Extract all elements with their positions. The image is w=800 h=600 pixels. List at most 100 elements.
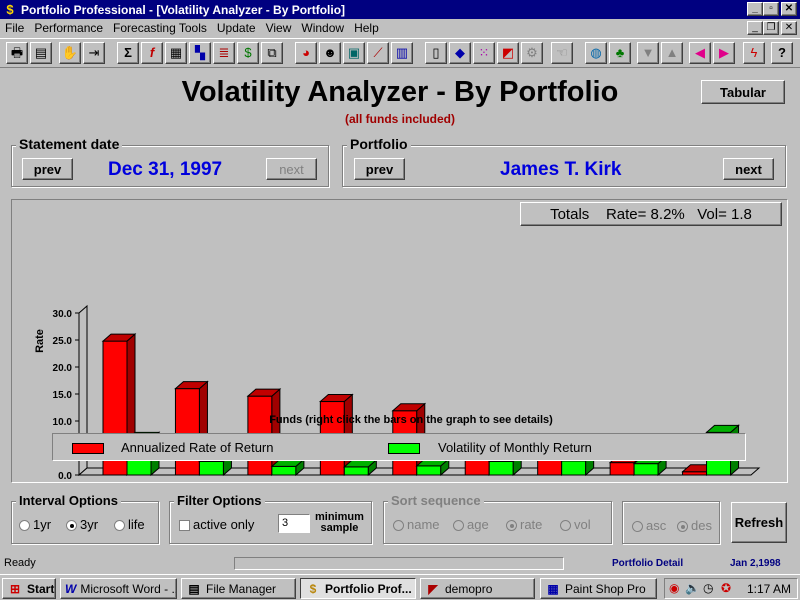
child-close-button[interactable]: ✕ (781, 21, 797, 35)
chart-grid-icon[interactable]: ▚ (189, 42, 211, 64)
checkbox-icon (179, 520, 190, 532)
file-manager-icon: ▤ (188, 581, 200, 596)
start-button[interactable]: ⊞ Start (2, 578, 56, 599)
radio-icon (632, 521, 643, 533)
bar-front (609, 462, 635, 476)
arrow-left-icon[interactable]: ◀ (689, 42, 711, 64)
money-bag-icon[interactable]: $ (237, 42, 259, 64)
copy-icon[interactable]: ⧉ (261, 42, 283, 64)
portfolio-prev-button[interactable]: prev (354, 158, 405, 180)
menu-window[interactable]: Window (296, 21, 349, 35)
radio-icon (114, 520, 125, 532)
statement-prev-button[interactable]: prev (22, 158, 73, 180)
title-bar: $ Portfolio Professional - [Volatility A… (0, 0, 800, 19)
print-preview-icon[interactable]: ▤ (30, 42, 52, 64)
task-portfolio[interactable]: $ Portfolio Prof... (300, 578, 416, 599)
notebook-icon[interactable]: ▣ (343, 42, 365, 64)
print-icon[interactable]: 🖶 (6, 42, 28, 64)
demopro-icon: ◤ (428, 581, 438, 596)
bar-chart-icon[interactable]: ▥ (391, 42, 413, 64)
task-demopro[interactable]: ◤ demopro (420, 578, 535, 599)
scheduler-icon[interactable]: ◷ (703, 581, 713, 595)
task-demopro-label: demopro (445, 581, 493, 596)
bar-front (416, 465, 442, 476)
volatility-bar[interactable] (415, 457, 451, 477)
globe-icon[interactable]: ◍ (585, 42, 607, 64)
shapes-icon[interactable]: ◩ (497, 42, 519, 64)
paint-shop-icon: ▦ (547, 581, 559, 596)
sort-asc-label: asc (646, 518, 667, 533)
task-word-label: Microsoft Word - ... (80, 581, 177, 596)
pie-chart-icon[interactable]: ◕ (295, 42, 317, 64)
sort-rate-radio: rate (506, 517, 542, 532)
bar-front (537, 459, 563, 476)
task-portfolio-label: Portfolio Prof... (325, 581, 412, 596)
sigma-icon[interactable]: Σ (117, 42, 139, 64)
radio-selected-icon (506, 520, 517, 532)
menu-forecasting-tools[interactable]: Forecasting Tools (108, 21, 212, 35)
menu-view[interactable]: View (261, 21, 297, 35)
sort-sequence-label: Sort sequence (388, 493, 484, 508)
windows-logo-icon: ⊞ (9, 581, 21, 596)
portfolio-next-button[interactable]: next (723, 158, 774, 180)
trend-chart-icon[interactable]: ⟋ (367, 42, 389, 64)
tray-alert-icon[interactable]: ✪ (721, 581, 731, 595)
menu-file[interactable]: File (0, 21, 29, 35)
color-grid-icon[interactable]: ⁙ (473, 42, 495, 64)
lightning-icon[interactable]: ϟ (743, 42, 765, 64)
child-minimize-button[interactable]: _ (747, 21, 763, 35)
menu-update[interactable]: Update (212, 21, 261, 35)
menu-performance[interactable]: Performance (29, 21, 108, 35)
bar-front (561, 460, 587, 476)
interval-3yr-radio[interactable]: 3yr (66, 517, 98, 532)
interval-1yr-radio[interactable]: 1yr (19, 517, 51, 532)
interval-1yr-label: 1yr (33, 517, 52, 532)
shield-icon[interactable]: ◆ (449, 42, 471, 64)
radio-icon (453, 520, 464, 532)
task-word[interactable]: W Microsoft Word - ... (60, 578, 177, 599)
status-bar: Ready Portfolio Detail Jan 2,1998 (0, 554, 800, 574)
system-tray: ◉ 🔈 ◷ ✪ 1:17 AM (664, 578, 798, 599)
disabled-hand-icon: ☜ (551, 42, 573, 64)
grid-icon[interactable]: ▦ (165, 42, 187, 64)
active-only-label: active only (193, 517, 255, 532)
tree-icon[interactable]: ♣ (609, 42, 631, 64)
radio-selected-icon (677, 521, 688, 533)
volume-icon[interactable]: 🔈 (685, 581, 700, 595)
bar-front (488, 461, 514, 476)
bar-front (174, 388, 200, 476)
function-icon[interactable]: f (141, 42, 163, 64)
main-panel: Volatility Analyzer - By Portfolio (all … (0, 68, 800, 554)
chart-x-axis-label: Funds (right click the bars on the graph… (269, 414, 553, 426)
arrow-up-icon: ▲ (661, 42, 683, 64)
y-tick-label: 20.0 (53, 363, 73, 374)
arrow-right-icon[interactable]: ▶ (713, 42, 735, 64)
dollar-app-icon[interactable]: $ (3, 2, 17, 17)
minimum-sample-input[interactable]: 3 (278, 514, 310, 533)
close-button[interactable]: ✕ (781, 2, 797, 16)
maximize-button[interactable]: ▫ (763, 2, 779, 16)
active-only-checkbox[interactable]: active only (179, 517, 254, 532)
stop-hand-icon[interactable]: ✋ (59, 42, 81, 64)
book-icon[interactable]: ▯ (425, 42, 447, 64)
volatility-bar[interactable] (270, 458, 306, 477)
clock[interactable]: 1:17 AM (747, 582, 791, 596)
arrow-down-icon: ▼ (637, 42, 659, 64)
people-icon[interactable]: ☻ (319, 42, 341, 64)
task-paint-shop-pro[interactable]: ▦ Paint Shop Pro (540, 578, 657, 599)
task-file-manager[interactable]: ▤ File Manager (181, 578, 296, 599)
child-restore-button[interactable]: ❐ (763, 21, 779, 35)
help-icon[interactable]: ? (771, 42, 793, 64)
tabular-button[interactable]: Tabular (701, 80, 785, 104)
refresh-button[interactable]: Refresh (731, 502, 787, 543)
stack-chart-icon[interactable]: ≣ (213, 42, 235, 64)
radio-selected-icon (66, 520, 77, 532)
statement-date-label: Statement date (16, 136, 123, 152)
import-icon[interactable]: ⇥ (83, 42, 105, 64)
interval-life-radio[interactable]: life (114, 517, 145, 532)
tray-app-icon[interactable]: ◉ (669, 581, 679, 595)
minimum-sample-label: minimum sample (315, 512, 364, 534)
minimize-button[interactable]: _ (747, 2, 763, 16)
volatility-bar[interactable] (343, 458, 378, 477)
menu-help[interactable]: Help (349, 21, 384, 35)
